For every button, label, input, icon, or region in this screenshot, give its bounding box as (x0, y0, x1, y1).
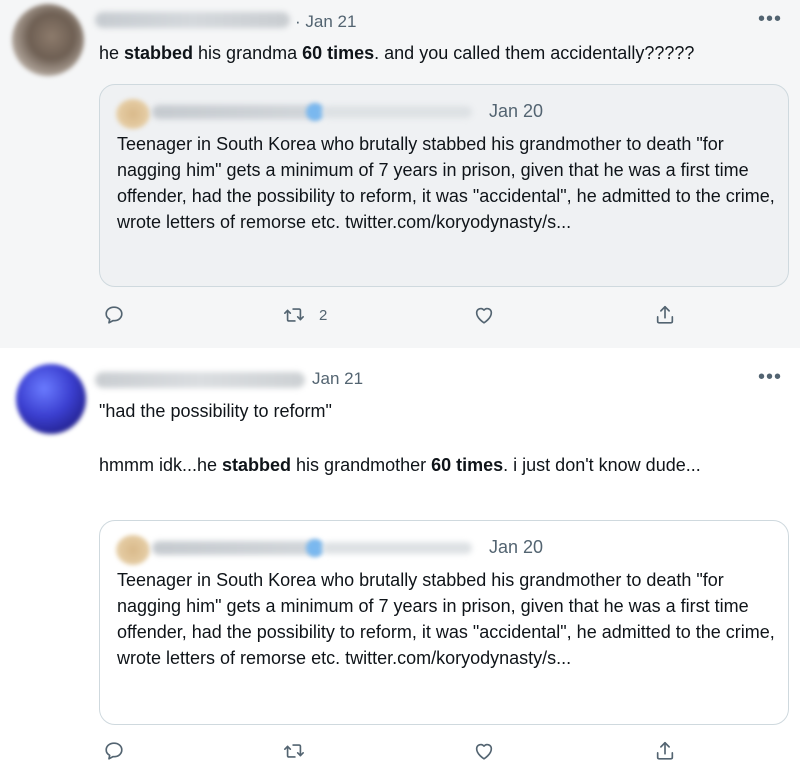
heart-icon (475, 307, 493, 324)
reply-button[interactable] (103, 740, 125, 762)
tweet-text: hmmm idk...he stabbed his grandmother 60… (99, 455, 701, 475)
author-name-blurred[interactable] (95, 372, 305, 388)
quoted-author-name-blurred (152, 105, 322, 119)
retweet-button[interactable]: 2 (283, 304, 327, 326)
tweet[interactable]: Jan 21 ••• "had the possibility to refor… (0, 348, 800, 782)
avatar[interactable] (16, 364, 86, 434)
quoted-tweet[interactable]: Jan 20 Teenager in South Korea who bruta… (99, 520, 789, 725)
share-icon (656, 305, 674, 324)
tweet[interactable]: · Jan 21 ••• he stabbed his grandma 60 t… (0, 0, 800, 348)
like-button[interactable] (473, 304, 495, 326)
avatar[interactable] (12, 4, 84, 76)
tweet-date[interactable]: · Jan 21 (295, 12, 356, 32)
quoted-date: Jan 20 (489, 101, 544, 121)
author-name-blurred[interactable] (95, 12, 290, 28)
retweet-icon (284, 744, 304, 758)
quoted-avatar (116, 99, 150, 129)
reply-button[interactable] (103, 304, 125, 326)
quoted-date: Jan 20 (489, 537, 544, 557)
tweet-text: he stabbed his grandma 60 times. and you… (99, 43, 695, 63)
quoted-avatar (116, 535, 150, 565)
quoted-author-handle-blurred (322, 542, 472, 554)
action-bar: 2 (0, 304, 800, 334)
more-options-icon[interactable]: ••• (758, 367, 782, 387)
quoted-author-name-blurred (152, 541, 322, 555)
retweet-button[interactable] (283, 740, 319, 762)
retweet-count: 2 (319, 306, 328, 324)
share-button[interactable] (654, 740, 676, 762)
share-button[interactable] (654, 304, 676, 326)
tweet-date[interactable]: Jan 21 (312, 369, 363, 389)
tweet-text-line: "had the possibility to reform" (99, 401, 332, 421)
reply-icon (105, 306, 123, 324)
quoted-author-handle-blurred (322, 106, 472, 118)
quoted-text: Teenager in South Korea who brutally sta… (117, 570, 775, 668)
more-options-icon[interactable]: ••• (758, 9, 782, 29)
retweet-icon (284, 308, 304, 322)
quoted-tweet[interactable]: Jan 20 Teenager in South Korea who bruta… (99, 84, 789, 287)
share-icon (656, 741, 674, 760)
heart-icon (475, 743, 493, 760)
reply-icon (105, 742, 123, 760)
action-bar (0, 740, 800, 770)
like-button[interactable] (473, 740, 495, 762)
quoted-text: Teenager in South Korea who brutally sta… (117, 134, 775, 232)
